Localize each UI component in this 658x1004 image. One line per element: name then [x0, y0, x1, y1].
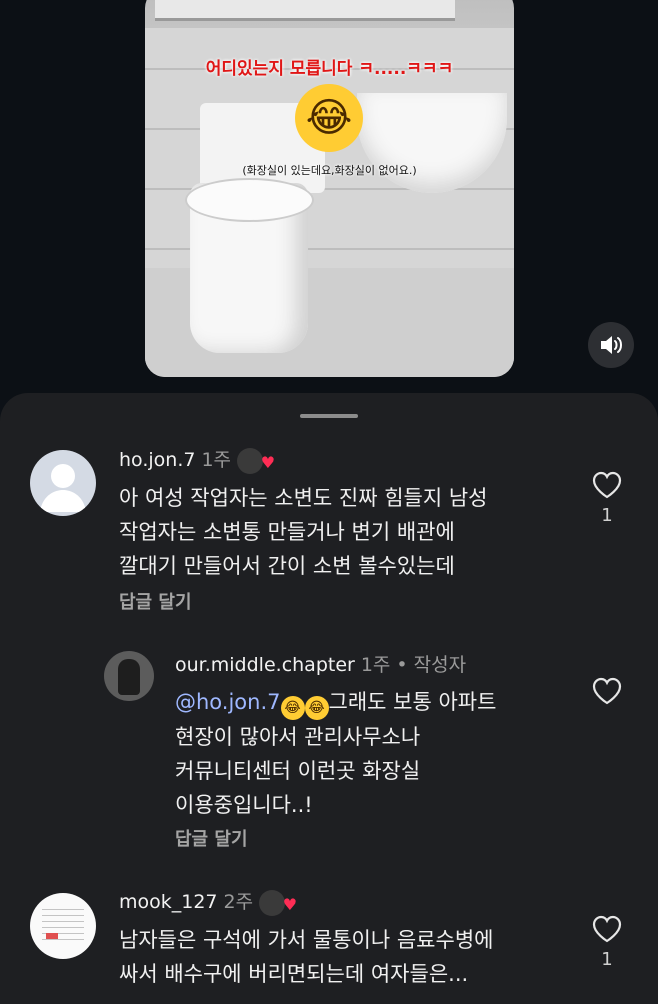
heart-outline-icon [592, 915, 622, 943]
comment-header: ho.jon.7 1주 ♥ [119, 445, 275, 474]
avatar[interactable] [30, 893, 96, 959]
video-area: 어디있는지 모릅니다 ㅋ.....ㅋㅋㅋ 😂 (화장실이 있는데요,화장실이 없… [0, 0, 658, 400]
comment-header: our.middle.chapter 1주 • 작성자 [175, 650, 466, 677]
reply-button[interactable]: 답글 달기 [119, 588, 192, 614]
comment-time: 2주 [223, 891, 254, 913]
avatar[interactable] [30, 450, 96, 516]
laughing-emoji-icon: 😂 [304, 696, 329, 720]
comment-username[interactable]: ho.jon.7 [119, 449, 195, 471]
author-separator: • [396, 654, 408, 676]
sound-toggle-button[interactable] [588, 322, 634, 368]
toilet-seat [185, 178, 314, 222]
comment-time: 1주 [360, 654, 391, 676]
comment-text: 남자들은 구석에 가서 물통이나 음료수병에 싸서 배수구에 버리면되는데 여자… [119, 923, 493, 991]
mention-link[interactable]: @ho.jon.7 [175, 690, 281, 714]
author-tag: 작성자 [413, 654, 467, 676]
comment-time: 1주 [201, 449, 232, 471]
comment-text: 아 여성 작업자는 소변도 진짜 힘들지 남성 작업자는 소변통 만들거나 변기… [119, 481, 488, 583]
heart-icon: ♥ [260, 452, 276, 472]
video-player[interactable]: 어디있는지 모릅니다 ㅋ.....ㅋㅋㅋ 😂 (화장실이 있는데요,화장실이 없… [145, 0, 514, 377]
avatar[interactable] [104, 651, 154, 701]
like-count: 1 [601, 505, 613, 526]
sheet-drag-handle[interactable] [300, 414, 358, 418]
comment-line: 깔대기 만들어서 간이 소변 볼수있는데 [119, 554, 455, 578]
like-count: 1 [601, 949, 613, 970]
laughing-emoji-icon: 😂 [295, 84, 363, 152]
comments-sheet: ho.jon.7 1주 ♥ 아 여성 작업자는 소변도 진짜 힘들지 남성 작업자는… [0, 393, 658, 1004]
video-cabinet [155, 0, 455, 21]
like-button[interactable] [590, 677, 624, 709]
heart-icon: ♥ [282, 894, 298, 914]
creator-liked-avatar: ♥ [259, 889, 297, 916]
comment-header: mook_127 2주 ♥ [119, 887, 297, 916]
comment-line: 작업자는 소변통 만들거나 변기 배관에 [119, 520, 455, 544]
comment-line: 아 여성 작업자는 소변도 진짜 힘들지 남성 [119, 486, 488, 510]
like-button[interactable]: 1 [590, 915, 624, 970]
comment-line: 현장이 많아서 관리사무소나 [175, 725, 421, 749]
comment-line: 이용중입니다..! [175, 793, 313, 817]
comment-username[interactable]: mook_127 [119, 891, 218, 913]
comment-line: 싸서 배수구에 버리면되는데 여자들은... [119, 962, 469, 986]
reply-button[interactable]: 답글 달기 [175, 825, 248, 851]
like-button[interactable]: 1 [590, 471, 624, 526]
creator-liked-avatar: ♥ [237, 447, 275, 474]
heart-outline-icon [592, 471, 622, 499]
comment-username[interactable]: our.middle.chapter [175, 654, 355, 676]
comment-line: 커뮤니티센터 이런곳 화장실 [175, 759, 421, 783]
comment-line: 그래도 보통 아파트 [328, 690, 497, 714]
heart-outline-icon [592, 677, 622, 705]
comment-text: @ho.jon.7 😂 😂 그래도 보통 아파트 현장이 많아서 관리사무소나 커뮤니… [175, 685, 496, 822]
laughing-emoji-icon: 😂 [280, 696, 305, 720]
comment-line: 남자들은 구석에 가서 물통이나 음료수병에 [119, 928, 494, 952]
speaker-icon [601, 336, 622, 354]
video-caption-top: 어디있는지 모릅니다 ㅋ.....ㅋㅋㅋ [205, 59, 454, 79]
default-avatar-icon [40, 464, 86, 512]
video-caption-sub: (화장실이 있는데요,화장실이 없어요.) [242, 164, 417, 177]
